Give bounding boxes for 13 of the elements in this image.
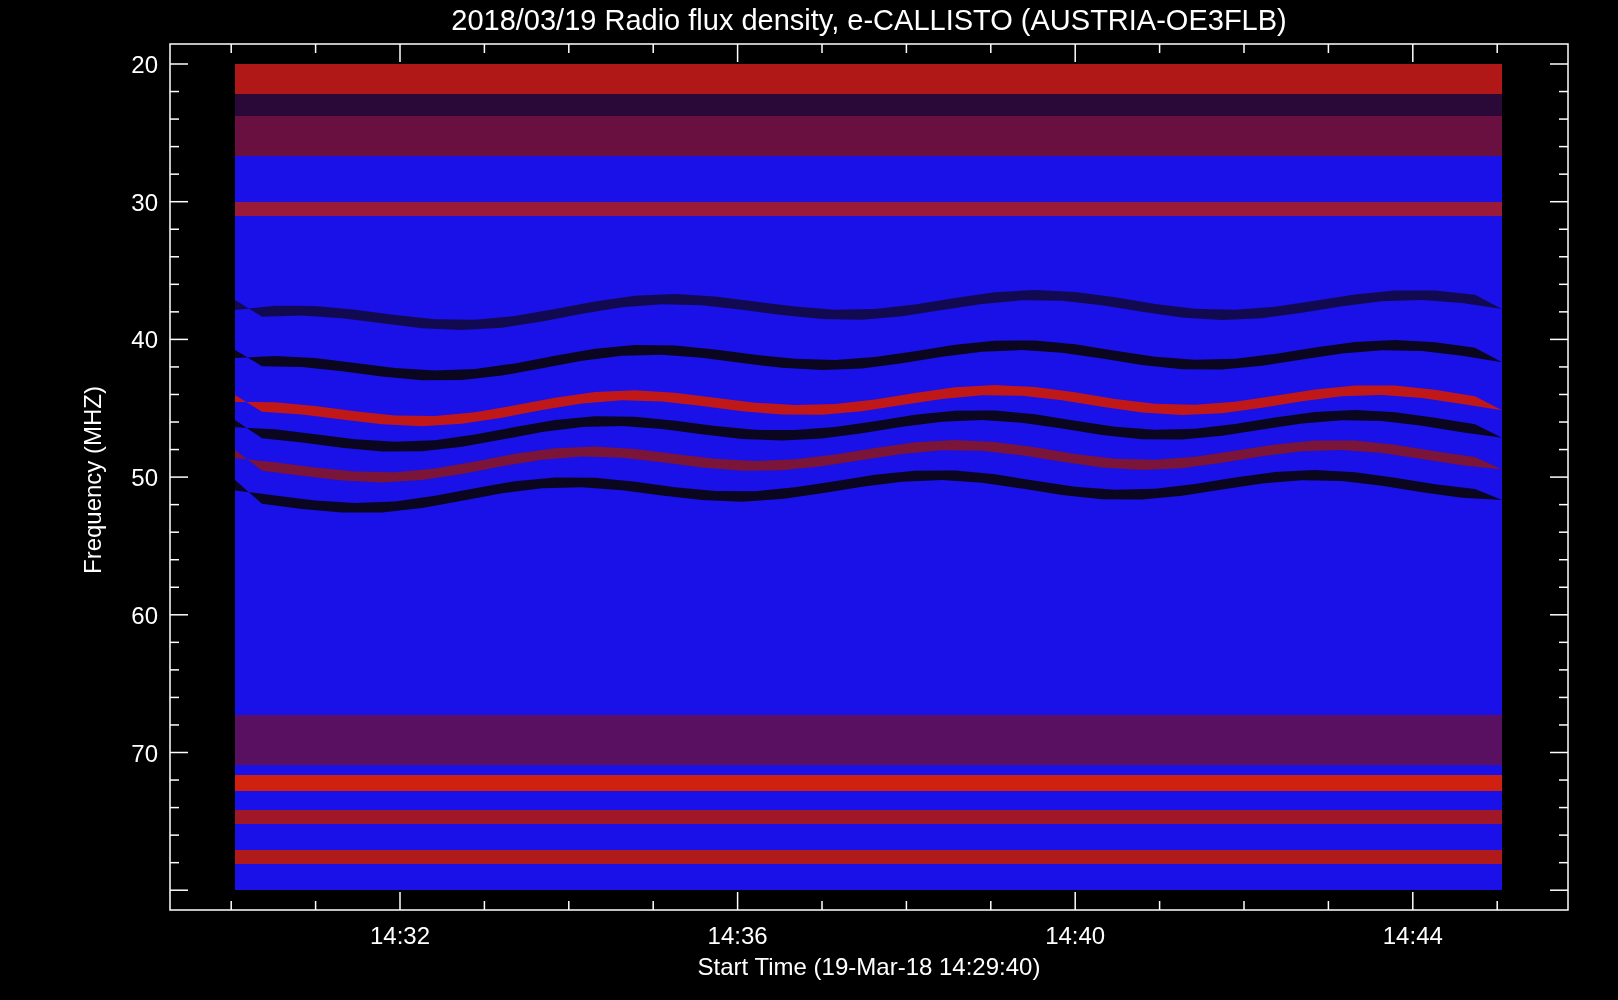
x-tick-label: 14:36 (707, 922, 768, 949)
y-tick-label: 50 (131, 464, 158, 492)
y-tick-label: 40 (131, 326, 158, 354)
x-tick-label: 14:32 (369, 922, 431, 949)
x-tick-label: 14:44 (1382, 922, 1443, 949)
x-axis-label: Start Time (19-Mar-18 14:29:40) (697, 953, 1041, 980)
y-axis-label: Frequency (MHZ) (79, 386, 106, 574)
y-tick-label: 20 (131, 51, 158, 78)
x-tick-label: 14:40 (1045, 922, 1106, 949)
y-tick-label: 30 (131, 188, 158, 216)
y-tick-label: 70 (131, 739, 158, 767)
y-tick-label: 60 (131, 601, 158, 629)
chart-title: 2018/03/19 Radio flux density, e-CALLISTO (AUSTRIA-OE3FLB) (451, 4, 1287, 36)
